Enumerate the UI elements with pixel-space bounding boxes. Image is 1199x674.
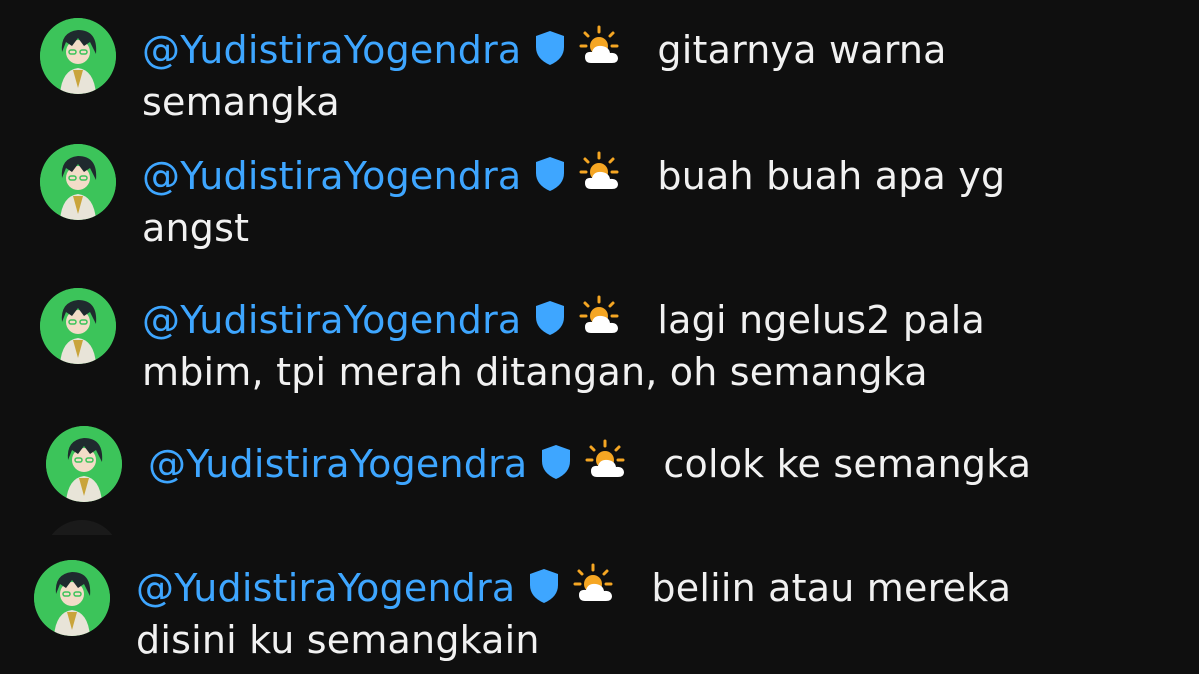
avatar-image	[40, 18, 116, 94]
sun-behind-cloud-icon	[579, 151, 623, 195]
author-name[interactable]: @YudistiraYogendra	[148, 442, 527, 486]
avatar-image	[40, 288, 116, 364]
chat-message: @YudistiraYogendra colok ke semangka	[0, 426, 1199, 506]
message-line-2: disini ku semangkain	[136, 618, 540, 662]
author-name[interactable]: @YudistiraYogendra	[142, 154, 521, 198]
sun-behind-cloud-icon	[585, 439, 629, 483]
sun-behind-cloud-icon	[573, 563, 617, 607]
message-line-1: @YudistiraYogendra colok ke semangka	[148, 438, 1031, 490]
avatar[interactable]	[40, 144, 116, 220]
message-line-1: @YudistiraYogendra buah buah apa yg	[142, 150, 1005, 202]
message-line-1: @YudistiraYogendra lagi ngelus2 pala	[142, 294, 985, 346]
avatar[interactable]	[40, 288, 116, 364]
shield-icon	[533, 299, 567, 337]
sun-behind-cloud-icon	[579, 295, 623, 339]
author-name[interactable]: @YudistiraYogendra	[136, 566, 515, 610]
sun-behind-cloud-icon	[579, 25, 623, 69]
avatar-image	[34, 560, 110, 636]
avatar-image	[40, 144, 116, 220]
message-text: @YudistiraYogendra lagi ngelus2 pala mbim…	[142, 294, 985, 398]
chat-message: @YudistiraYogendra buah buah apa yg angst	[0, 140, 1199, 260]
message-body: buah buah apa yg	[657, 154, 1006, 198]
shield-icon	[533, 155, 567, 193]
shield-icon	[533, 29, 567, 67]
avatar[interactable]	[34, 560, 110, 636]
message-line-2: angst	[142, 206, 250, 250]
avatar-image	[46, 426, 122, 502]
message-text: @YudistiraYogendra buah buah apa yg angst	[142, 150, 1005, 254]
message-body: beliin atau mereka	[651, 566, 1012, 610]
chat-message: @YudistiraYogendra beliin atau mereka dis…	[0, 556, 1199, 674]
chat-message: @YudistiraYogendra lagi ngelus2 pala mbim…	[0, 284, 1199, 404]
message-line-2: semangka	[142, 80, 340, 124]
message-body: colok ke semangka	[663, 442, 1032, 486]
chat-message: @YudistiraYogendra gitarnya warna semangk…	[0, 14, 1199, 134]
message-body: gitarnya warna	[657, 28, 947, 72]
shield-icon	[527, 567, 561, 605]
message-text: @YudistiraYogendra beliin atau mereka dis…	[136, 562, 1011, 666]
avatar[interactable]	[46, 426, 122, 502]
message-text: @YudistiraYogendra colok ke semangka	[148, 438, 1031, 490]
avatar[interactable]	[40, 18, 116, 94]
message-line-1: @YudistiraYogendra gitarnya warna	[142, 24, 947, 76]
author-name[interactable]: @YudistiraYogendra	[142, 28, 521, 72]
shield-icon	[539, 443, 573, 481]
author-name[interactable]: @YudistiraYogendra	[142, 298, 521, 342]
message-body: lagi ngelus2 pala	[657, 298, 985, 342]
message-line-1: @YudistiraYogendra beliin atau mereka	[136, 562, 1011, 614]
message-line-2: mbim, tpi merah ditangan, oh semangka	[142, 350, 928, 394]
message-text: @YudistiraYogendra gitarnya warna semangk…	[142, 24, 947, 128]
